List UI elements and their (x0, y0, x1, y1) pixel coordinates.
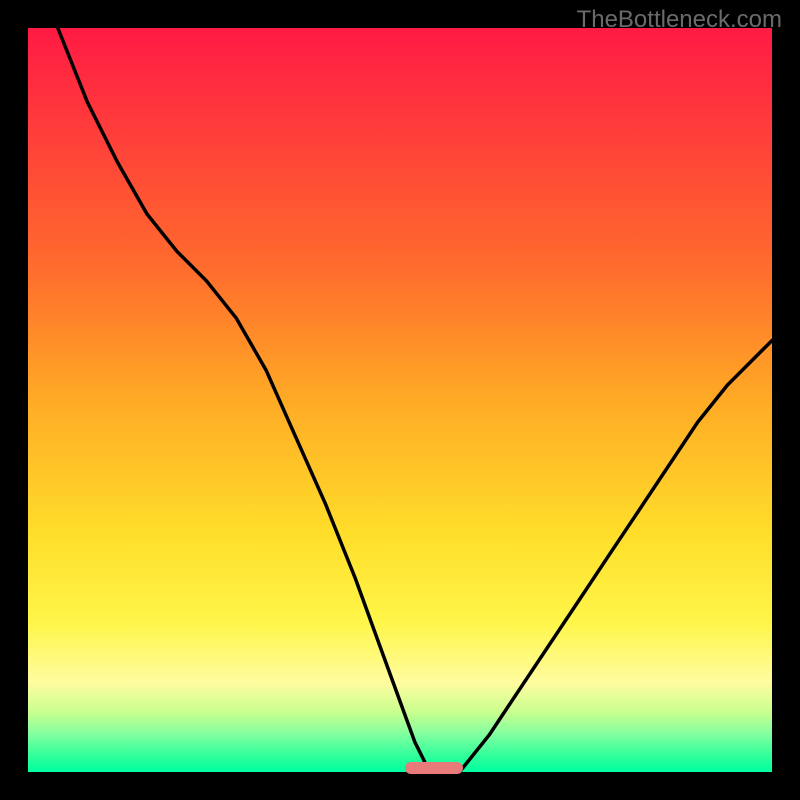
right-curve (460, 341, 773, 773)
watermark-text: TheBottleneck.com (577, 6, 782, 34)
chart-curve-layer (28, 28, 772, 772)
bottleneck-marker (405, 762, 463, 774)
left-curve (58, 28, 430, 772)
